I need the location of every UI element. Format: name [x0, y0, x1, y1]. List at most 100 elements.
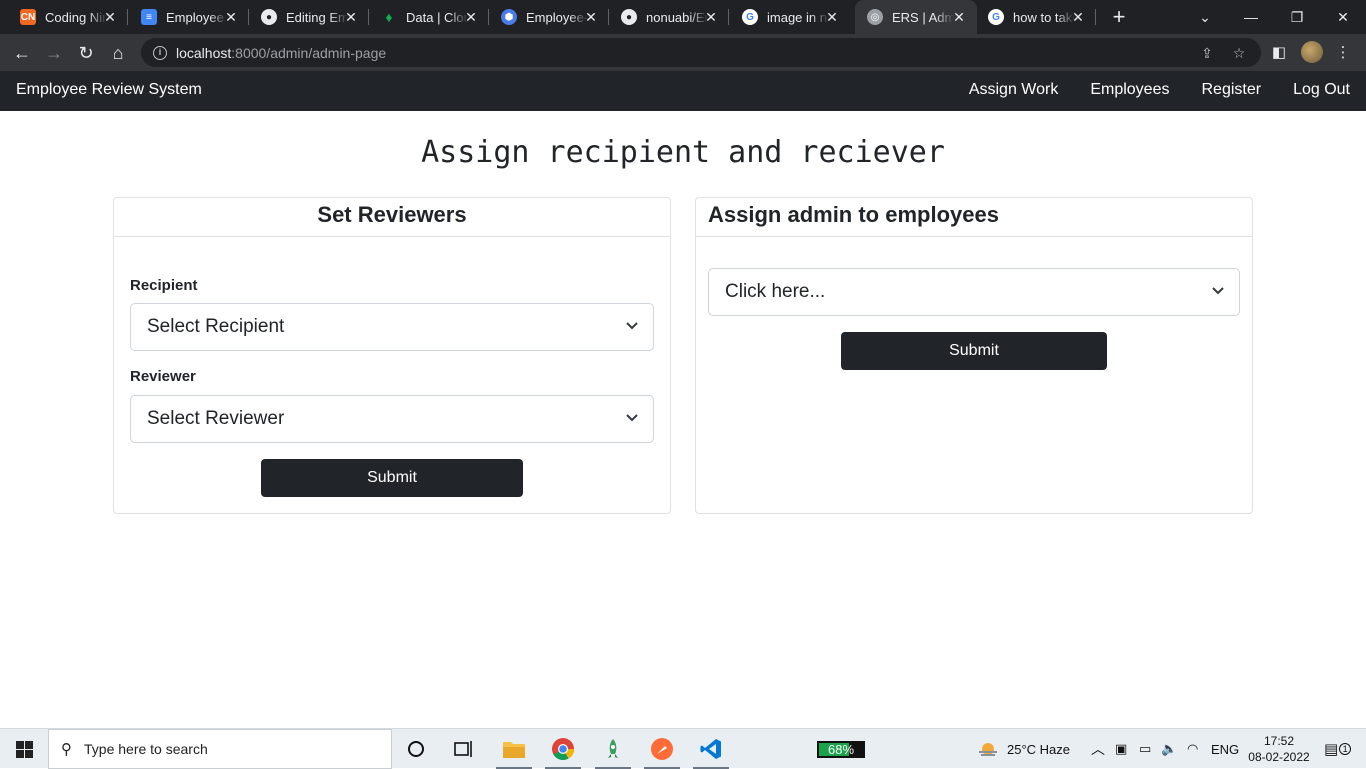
reviewer-select-value: Select Reviewer	[147, 408, 285, 429]
search-icon: ⚲	[61, 741, 72, 758]
close-icon[interactable]: ✕	[102, 9, 118, 25]
nav-employees[interactable]: Employees	[1090, 81, 1169, 99]
tab-title: how to take	[1013, 9, 1075, 25]
restore-icon[interactable]: ❐	[1274, 0, 1320, 34]
chevron-down-icon	[626, 414, 638, 422]
share-icon[interactable]: ⇪	[1198, 44, 1216, 62]
meet-now-icon[interactable]: ▣	[1115, 729, 1127, 769]
notification-center-icon[interactable]: ▤ 1	[1324, 729, 1352, 769]
reviewer-select[interactable]: Select Reviewer	[130, 395, 654, 443]
close-icon[interactable]: ✕	[824, 9, 840, 25]
search-placeholder: Type here to search	[84, 741, 208, 757]
tab-title: Editing Employee	[286, 9, 348, 25]
browser-tab[interactable]: ⬢ Employee-review ✕	[481, 0, 609, 34]
task-view-icon[interactable]	[444, 733, 484, 765]
bookmark-star-icon[interactable]: ☆	[1230, 44, 1248, 62]
reviewer-label: Reviewer	[130, 368, 196, 385]
windows-start-icon[interactable]	[0, 729, 48, 769]
battery-icon[interactable]: ▭	[1139, 729, 1151, 769]
browser-tab[interactable]: ● nonuabi/Employee ✕	[601, 0, 729, 34]
assign-admin-submit-button[interactable]: Submit	[841, 332, 1107, 370]
info-icon[interactable]: i	[153, 45, 167, 60]
new-tab-icon[interactable]: +	[1108, 6, 1130, 28]
close-window-icon[interactable]: ✕	[1320, 0, 1366, 34]
close-icon[interactable]: ✕	[583, 9, 599, 25]
tab-title: image in node	[767, 9, 829, 25]
google-icon: G	[742, 9, 758, 25]
nav-assign-work[interactable]: Assign Work	[969, 81, 1059, 99]
cortana-icon[interactable]	[396, 733, 436, 765]
globe-icon: ◎	[867, 9, 883, 25]
github-icon: ●	[261, 9, 277, 25]
back-icon[interactable]: ←	[10, 41, 34, 65]
tab-title: nonuabi/Employee	[646, 9, 708, 25]
tab-title: ERS | Admin	[892, 9, 954, 25]
notification-count: 1	[1339, 743, 1352, 755]
close-icon[interactable]: ✕	[703, 9, 719, 25]
tab-title: Coding Ninjas	[45, 9, 107, 25]
vscode-icon[interactable]	[691, 733, 731, 769]
weather-widget[interactable]: 25°C Haze	[977, 729, 1070, 769]
close-icon[interactable]: ✕	[343, 9, 359, 25]
close-icon[interactable]: ✕	[223, 9, 239, 25]
nav-links: Assign Work Employees Register Log Out	[969, 81, 1350, 99]
set-reviewers-submit-button[interactable]: Submit	[261, 459, 523, 497]
nav-log-out[interactable]: Log Out	[1293, 81, 1350, 99]
card-title: Assign admin to employees	[696, 198, 1252, 237]
tab-title: Employee-review	[526, 9, 588, 25]
recipient-select[interactable]: Select Recipient	[130, 303, 654, 351]
volume-icon[interactable]: 🔈	[1161, 729, 1177, 769]
browser-tab[interactable]: ≡ Employee Review ✕	[121, 0, 249, 34]
nav-register[interactable]: Register	[1201, 81, 1261, 99]
show-hidden-icons-icon[interactable]: ︿	[1091, 729, 1105, 769]
browser-tab-active[interactable]: ◎ ERS | Admin ✕	[855, 0, 977, 34]
coding-ninjas-icon: CN	[20, 9, 36, 25]
rocket-app-icon[interactable]	[593, 733, 633, 769]
employee-select-value: Click here...	[725, 281, 826, 302]
google-docs-icon: ≡	[141, 9, 157, 25]
side-panel-icon[interactable]: ◧	[1268, 42, 1290, 64]
system-clock[interactable]: 17:52 08-02-2022	[1243, 733, 1315, 765]
taskbar-search-input[interactable]: ⚲ Type here to search	[48, 729, 392, 769]
url-path: :8000/admin/admin-page	[231, 44, 387, 61]
menu-kebab-icon[interactable]: ⋮	[1332, 42, 1354, 64]
page-title: Assign recipient and reciever	[421, 135, 945, 170]
brand-link[interactable]: Employee Review System	[16, 81, 202, 99]
reload-icon[interactable]: ↻	[74, 41, 98, 65]
app-navbar: Employee Review System Assign Work Emplo…	[0, 71, 1366, 111]
browser-tab[interactable]: G image in node ✕	[722, 0, 850, 34]
haze-weather-icon	[979, 743, 997, 756]
language-indicator[interactable]: ENG	[1211, 729, 1239, 769]
recipient-label: Recipient	[130, 277, 198, 294]
set-reviewers-card: Set Reviewers Recipient Select Recipient…	[113, 197, 671, 514]
url-host: localhost	[176, 44, 232, 61]
google-icon: G	[988, 9, 1004, 25]
postman-icon[interactable]	[642, 733, 682, 769]
github-icon: ●	[621, 9, 637, 25]
card-title: Set Reviewers	[114, 198, 670, 237]
profile-avatar[interactable]	[1301, 41, 1323, 63]
browser-tab[interactable]: ♦ Data | Cloud ✕	[361, 0, 489, 34]
browser-tab[interactable]: CN Coding Ninjas ✕	[0, 0, 128, 34]
tab-title: Employee Review	[166, 9, 228, 25]
browser-tab[interactable]: G how to take ✕	[968, 0, 1096, 34]
close-icon[interactable]: ✕	[1070, 9, 1086, 25]
employee-select[interactable]: Click here...	[708, 268, 1240, 316]
minimize-icon[interactable]: —	[1228, 0, 1274, 34]
clock-time: 17:52	[1263, 734, 1295, 748]
wifi-icon[interactable]: ◠	[1187, 729, 1198, 769]
file-explorer-icon[interactable]	[494, 733, 534, 769]
tab-search-icon[interactable]: ⌄	[1182, 0, 1228, 34]
browser-tab[interactable]: ● Editing Employee ✕	[241, 0, 369, 34]
close-icon[interactable]: ✕	[951, 9, 967, 25]
browser-toolbar: ← → ↻ ⌂ i localhost:8000/admin/admin-pag…	[0, 34, 1366, 71]
chrome-icon[interactable]	[543, 733, 583, 769]
forward-icon[interactable]: →	[42, 41, 66, 65]
close-icon[interactable]: ✕	[463, 9, 479, 25]
weather-text: 25°C Haze	[1007, 741, 1071, 757]
home-icon[interactable]: ⌂	[106, 41, 130, 65]
assign-admin-card: Assign admin to employees Click here... …	[695, 197, 1253, 514]
address-bar[interactable]: i localhost:8000/admin/admin-page ⇪ ☆	[141, 38, 1261, 67]
recipient-select-value: Select Recipient	[147, 316, 285, 337]
chevron-down-icon	[1212, 287, 1224, 295]
